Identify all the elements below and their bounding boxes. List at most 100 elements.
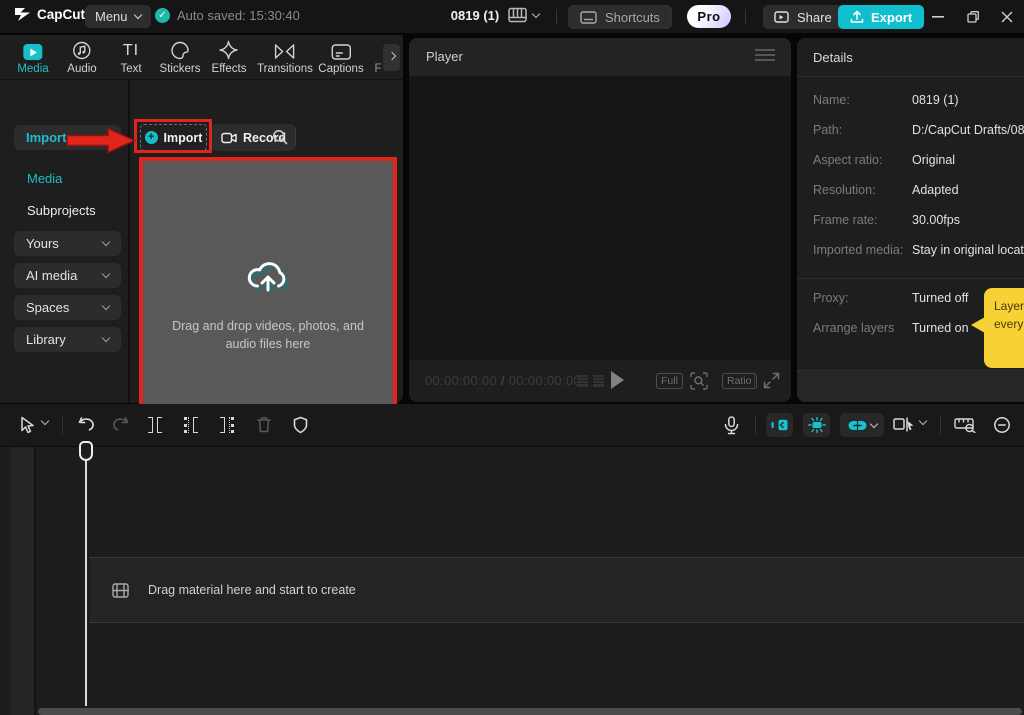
full-button[interactable]: Full bbox=[656, 373, 683, 389]
detail-row-name: Name: 0819 (1) bbox=[813, 93, 1024, 107]
chevron-down-icon bbox=[531, 9, 541, 18]
preview-axis-icon[interactable] bbox=[893, 416, 915, 433]
dropdown-label: AI media bbox=[26, 268, 78, 283]
pro-badge[interactable]: Pro bbox=[687, 5, 731, 28]
timeline-scrollbar[interactable] bbox=[38, 708, 1022, 715]
tab-stickers[interactable]: Stickers bbox=[160, 39, 200, 75]
detail-label: Name: bbox=[813, 93, 850, 107]
split-clip-icon[interactable] bbox=[148, 416, 162, 433]
sidebar-item-subprojects[interactable]: Subprojects bbox=[27, 203, 96, 218]
workspace-layout-button[interactable] bbox=[508, 7, 541, 23]
chevron-down-icon[interactable] bbox=[40, 416, 50, 426]
detail-label: Proxy: bbox=[813, 291, 849, 305]
zoom-out-icon[interactable] bbox=[993, 416, 1011, 434]
annotation-arrow bbox=[66, 127, 136, 154]
tab-label: F bbox=[374, 63, 382, 75]
minimize-button[interactable] bbox=[921, 0, 955, 33]
detail-row-path: Path: D:/CapCut Drafts/08 bbox=[813, 123, 1024, 137]
dropdown-label: Spaces bbox=[26, 300, 70, 315]
tab-transitions[interactable]: Transitions bbox=[257, 39, 313, 75]
shortcuts-button[interactable]: Shortcuts bbox=[568, 5, 672, 29]
tab-effects[interactable]: Effects bbox=[212, 39, 246, 75]
sidebar-dropdown-library[interactable]: Library bbox=[14, 327, 121, 352]
dropdown-label: Yours bbox=[26, 236, 59, 251]
undo-icon[interactable] bbox=[77, 416, 96, 432]
tab-media[interactable]: Media bbox=[17, 39, 49, 75]
search-icon[interactable] bbox=[272, 129, 288, 145]
main-track-drop-target[interactable]: Drag material here and start to create bbox=[90, 557, 1024, 623]
tab-label: Text bbox=[120, 63, 142, 75]
trim-right-icon[interactable] bbox=[220, 416, 234, 433]
chevron-down-icon bbox=[133, 10, 142, 20]
detail-label: Frame rate: bbox=[813, 213, 878, 227]
ratio-button[interactable]: Ratio bbox=[722, 373, 757, 389]
chevron-down-icon bbox=[869, 419, 878, 428]
detail-row-frame-rate: Frame rate: 30.00fps bbox=[813, 213, 1024, 227]
auto-attract-button[interactable] bbox=[803, 413, 830, 437]
timeline-ruler-zoom-icon[interactable] bbox=[954, 416, 976, 433]
tab-audio[interactable]: Audio bbox=[67, 39, 97, 75]
tab-label: Transitions bbox=[257, 63, 313, 75]
timeline-area[interactable]: Drag material here and start to create bbox=[0, 441, 1024, 715]
link-clips-icon bbox=[848, 420, 867, 431]
player-menu-icon[interactable] bbox=[755, 49, 775, 61]
minimize-icon bbox=[932, 15, 944, 18]
detail-row-resolution: Resolution: Adapted bbox=[813, 183, 1024, 197]
share-button[interactable]: Share bbox=[763, 5, 843, 29]
detail-label: Path: bbox=[813, 123, 843, 137]
player-header: Player bbox=[409, 38, 791, 76]
menu-button[interactable]: Menu bbox=[85, 5, 151, 28]
record-camera-icon bbox=[221, 132, 237, 144]
shortcuts-label: Shortcuts bbox=[605, 9, 660, 25]
chevron-down-icon[interactable] bbox=[918, 416, 928, 426]
auto-attract-icon bbox=[807, 417, 826, 433]
tab-captions[interactable]: Captions bbox=[318, 39, 364, 75]
preview-zoom-icon[interactable] bbox=[690, 372, 708, 390]
maximize-button[interactable] bbox=[956, 0, 990, 33]
share-label: Share bbox=[797, 9, 832, 25]
tab-partial[interactable]: F bbox=[374, 39, 381, 75]
chevron-down-icon bbox=[101, 333, 111, 343]
divider bbox=[940, 416, 941, 434]
maximize-icon bbox=[967, 10, 979, 23]
playhead[interactable] bbox=[79, 441, 93, 461]
play-button[interactable] bbox=[611, 371, 624, 389]
detail-label: Imported media: bbox=[813, 243, 904, 257]
chevron-down-icon bbox=[101, 301, 111, 311]
sidebar-dropdown-yours[interactable]: Yours bbox=[14, 231, 121, 256]
fullscreen-icon[interactable] bbox=[763, 372, 780, 389]
link-clips-button[interactable] bbox=[840, 413, 884, 437]
delete-icon[interactable] bbox=[256, 416, 272, 433]
player-panel: Player 00:00:00:00/00:00:00:00 Full Rati… bbox=[409, 38, 791, 402]
autosave-status: ✓ Auto saved: 15:30:40 bbox=[155, 8, 300, 23]
trim-left-icon[interactable] bbox=[184, 416, 198, 433]
annotation-box-import bbox=[134, 119, 212, 153]
divider bbox=[754, 374, 755, 387]
magnetic-snap-icon bbox=[771, 419, 788, 431]
chevron-down-icon bbox=[101, 269, 111, 279]
sidebar-dropdown-ai-media[interactable]: AI media bbox=[14, 263, 121, 288]
autosave-check-icon: ✓ bbox=[155, 8, 170, 23]
tabs-overflow-button[interactable] bbox=[383, 44, 400, 71]
magnetic-snap-button[interactable] bbox=[766, 413, 793, 437]
redo-icon[interactable] bbox=[111, 416, 130, 432]
sidebar-dropdown-spaces[interactable]: Spaces bbox=[14, 295, 121, 320]
detail-value: Turned off bbox=[912, 291, 969, 305]
arrange-layers-tooltip: Layers o every n bbox=[984, 288, 1024, 368]
divider bbox=[797, 278, 1024, 279]
detail-value: 0819 (1) bbox=[912, 93, 959, 107]
tab-text[interactable]: TI Text bbox=[120, 39, 141, 75]
export-button[interactable]: Export bbox=[838, 5, 925, 29]
voiceover-mic-icon[interactable] bbox=[724, 416, 739, 435]
divider bbox=[295, 129, 296, 145]
detail-value: Original bbox=[912, 153, 956, 167]
media-dropzone[interactable]: Drag and drop videos, photos, and audio … bbox=[139, 157, 397, 430]
mask-shield-icon[interactable] bbox=[293, 416, 308, 434]
sidebar-item-media[interactable]: Media bbox=[27, 171, 62, 186]
asset-tab-bar: Media Audio TI Text Stickers Effects Tra… bbox=[0, 35, 403, 80]
detail-label: Resolution: bbox=[813, 183, 876, 197]
detail-value: Turned on bbox=[912, 321, 969, 335]
select-cursor-icon[interactable] bbox=[20, 416, 35, 434]
close-button[interactable] bbox=[990, 0, 1024, 33]
transitions-tab-icon bbox=[274, 39, 295, 60]
